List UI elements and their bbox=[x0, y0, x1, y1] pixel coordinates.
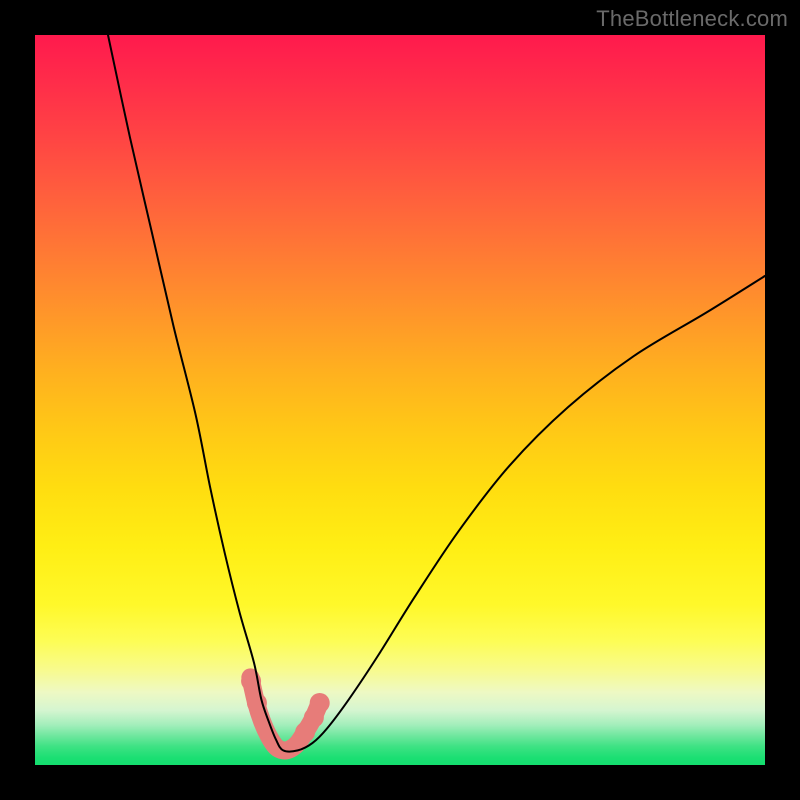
plot-area bbox=[35, 35, 765, 765]
watermark-text: TheBottleneck.com bbox=[596, 6, 788, 32]
bottleneck-curve bbox=[108, 35, 765, 752]
highlight-dot bbox=[310, 693, 330, 713]
curve-layer bbox=[35, 35, 765, 765]
highlight-dots bbox=[241, 671, 330, 742]
chart-frame: TheBottleneck.com bbox=[0, 0, 800, 800]
